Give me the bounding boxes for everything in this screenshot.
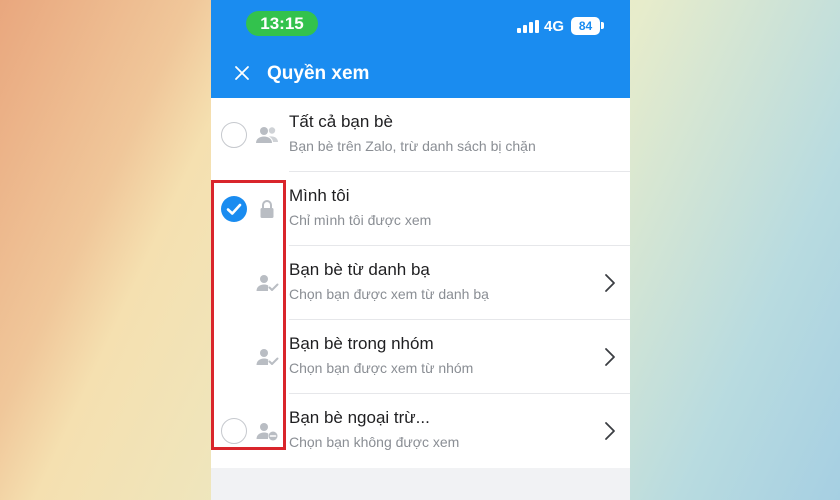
option-subtitle: Bạn bè trên Zalo, trừ danh sách bị chặn xyxy=(289,138,536,154)
option-title: Mình tôi xyxy=(289,186,350,205)
radio-button[interactable] xyxy=(221,418,247,444)
option-title: Tất cả bạn bè xyxy=(289,112,393,131)
option-title: Bạn bè trong nhóm xyxy=(289,334,434,353)
close-icon xyxy=(235,66,249,80)
chevron-right-icon xyxy=(605,274,615,292)
privacy-options-list: Tất cả bạn bè Bạn bè trên Zalo, trừ danh… xyxy=(211,98,630,468)
option-friends-from-contacts[interactable]: Bạn bè từ danh bạ Chọn bạn được xem từ d… xyxy=(211,246,630,320)
option-all-friends[interactable]: Tất cả bạn bè Bạn bè trên Zalo, trừ danh… xyxy=(211,98,630,172)
phone-screen: 13:15 4G 84 Quyền xem Tất cả bạn bè Bạn … xyxy=(211,0,630,500)
option-subtitle: Chỉ mình tôi được xem xyxy=(289,212,432,228)
option-subtitle: Chọn bạn không được xem xyxy=(289,434,460,450)
option-title: Bạn bè từ danh bạ xyxy=(289,260,430,279)
friends-icon xyxy=(256,127,278,143)
option-friends-in-group[interactable]: Bạn bè trong nhóm Chọn bạn được xem từ n… xyxy=(211,320,630,394)
checkmark-icon xyxy=(226,203,242,215)
network-type: 4G xyxy=(544,18,565,35)
chevron-right-icon xyxy=(605,422,615,440)
status-time: 13:15 xyxy=(246,11,318,36)
option-only-me[interactable]: Mình tôi Chỉ mình tôi được xem xyxy=(211,172,630,246)
user-check-icon xyxy=(256,275,279,291)
battery-icon: 84 xyxy=(571,17,600,35)
option-subtitle: Chọn bạn được xem từ nhóm xyxy=(289,360,474,376)
option-friends-except[interactable]: Bạn bè ngoại trừ... Chọn bạn không được … xyxy=(211,394,630,468)
app-header: Quyền xem xyxy=(211,50,630,98)
chevron-right-icon xyxy=(605,348,615,366)
user-minus-icon xyxy=(256,423,278,441)
radio-button[interactable] xyxy=(221,122,247,148)
option-subtitle: Chọn bạn được xem từ danh bạ xyxy=(289,286,489,302)
option-title: Bạn bè ngoại trừ... xyxy=(289,408,430,427)
user-check-icon xyxy=(256,349,279,365)
signal-icon xyxy=(517,20,539,33)
radio-button-checked[interactable] xyxy=(221,196,247,222)
close-button[interactable] xyxy=(229,60,255,86)
page-title: Quyền xem xyxy=(267,63,370,84)
lock-icon xyxy=(260,200,274,218)
battery-tip xyxy=(601,22,604,29)
status-bar: 13:15 4G 84 xyxy=(211,0,630,50)
